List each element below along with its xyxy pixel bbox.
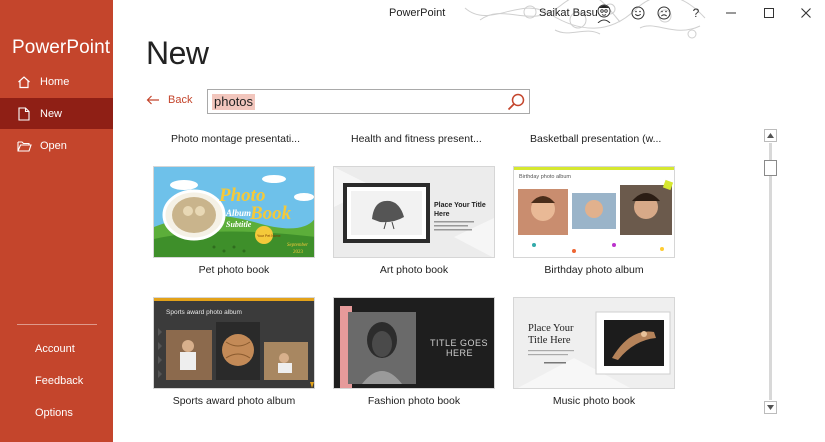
chevron-down-icon [767, 405, 774, 410]
sidebar-item-account[interactable]: Account [35, 343, 75, 355]
template-thumbnail: Place Your Title Here [333, 166, 495, 258]
thumb-text: TITLE GOES [430, 338, 488, 348]
search-input[interactable]: photos [207, 89, 530, 114]
powerpoint-new-screen: PowerPoint Home New Open Account Feedbac… [0, 0, 825, 442]
template-caption: Birthday photo album [544, 264, 644, 276]
thumb-text: Book [249, 203, 292, 224]
template-thumbnail: Birthday photo album [513, 166, 675, 258]
close-icon[interactable] [797, 4, 815, 22]
thumb-text: Birthday photo album [519, 174, 571, 180]
sidebar-item-open[interactable]: Open [0, 130, 113, 161]
sidebar-item-new[interactable]: New [0, 98, 113, 129]
template-thumbnail: Sports award photo album [153, 297, 315, 389]
template-thumbnail: TITLE GOES HERE [333, 297, 495, 389]
sidebar: PowerPoint Home New Open Account Feedbac… [0, 0, 113, 442]
template-caption: Art photo book [379, 264, 449, 276]
thumb-text: Sports award photo album [166, 309, 242, 316]
template-thumbnail: Photo Book Album Subtitle Your Pet Name … [153, 166, 315, 258]
sidebar-item-options[interactable]: Options [35, 407, 73, 419]
help-icon[interactable]: ? [687, 4, 705, 22]
sidebar-divider [17, 324, 97, 325]
thumb-text: Subtitle [226, 220, 252, 229]
back-label: Back [168, 94, 193, 106]
template-caption: Fashion photo book [367, 395, 461, 407]
vertical-scrollbar[interactable] [764, 129, 777, 414]
thumb-text: Album [225, 208, 251, 218]
scrollbar-thumb[interactable] [764, 160, 777, 176]
maximize-icon[interactable] [760, 4, 778, 22]
home-icon [16, 74, 32, 90]
frown-icon[interactable] [655, 4, 673, 22]
folder-open-icon [16, 138, 32, 154]
sidebar-item-label: Home [40, 75, 70, 88]
template-thumbnail: Place Your Title Here [513, 297, 675, 389]
title-bar: PowerPoint Saikat Basu ? [113, 0, 825, 39]
smiley-icon[interactable] [629, 4, 647, 22]
scroll-down-button[interactable] [764, 401, 777, 414]
template-label-basketball[interactable]: Basketball presentation (w... [530, 133, 661, 145]
search-icon[interactable] [505, 91, 527, 113]
back-arrow-icon [146, 95, 159, 105]
page-title: New [146, 35, 209, 71]
thumb-text: Your Pet Name [257, 234, 281, 238]
thumb-text: Title Here [528, 335, 571, 346]
scroll-up-button[interactable] [764, 129, 777, 142]
thumb-text: Here [434, 211, 450, 218]
template-label-photo-montage[interactable]: Photo montage presentati... [171, 133, 300, 145]
app-title: PowerPoint [389, 7, 446, 19]
chevron-up-icon [767, 133, 774, 138]
sidebar-item-home[interactable]: Home [0, 66, 113, 97]
app-brand: PowerPoint [12, 37, 111, 58]
thumb-text: Place Your Title [434, 202, 486, 209]
template-caption: Music photo book [552, 395, 636, 407]
template-label-health-fitness[interactable]: Health and fitness present... [351, 133, 482, 145]
thumb-text: Place Your [528, 323, 574, 334]
thumb-text: HERE [446, 348, 473, 358]
template-caption: Sports award photo album [172, 395, 296, 407]
template-caption: Pet photo book [198, 264, 270, 276]
thumb-text: 2023 [293, 250, 304, 255]
sidebar-item-label: New [40, 107, 63, 120]
back-button[interactable]: Back [146, 94, 192, 106]
thumb-text: September [287, 243, 308, 248]
search-query[interactable]: photos [212, 94, 256, 110]
scrollbar-track[interactable] [769, 143, 772, 400]
user-name[interactable]: Saikat Basu [539, 7, 598, 19]
sidebar-item-feedback[interactable]: Feedback [35, 375, 83, 387]
new-document-icon [16, 106, 32, 122]
sidebar-item-label: Open [40, 139, 67, 152]
avatar[interactable] [595, 3, 613, 23]
minimize-icon[interactable] [722, 4, 740, 22]
